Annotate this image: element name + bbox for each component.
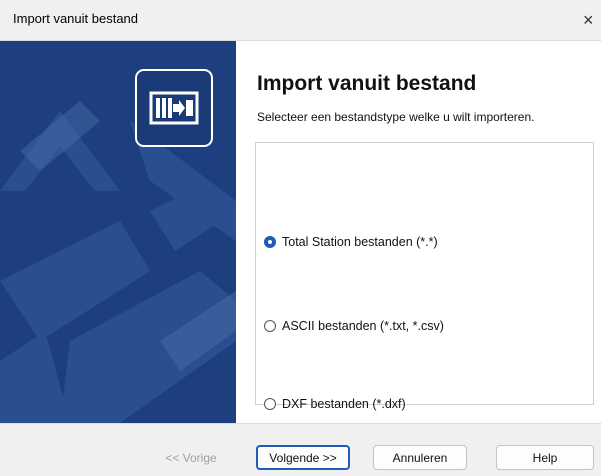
cancel-button[interactable]: Annuleren — [373, 445, 467, 470]
close-icon[interactable]: × — [583, 0, 601, 40]
file-type-group: Total Station bestanden (*.*) ASCII best… — [255, 142, 594, 411]
page-title: Import vanuit bestand — [257, 72, 477, 95]
radio-button[interactable] — [264, 320, 276, 332]
button-bar: << Vorige Volgende >> Annuleren Help — [0, 423, 601, 476]
import-file-icon — [135, 69, 213, 147]
wizard-content: Import vanuit bestand Selecteer een best… — [236, 41, 601, 423]
option-label: ASCII bestanden (*.txt, *.csv) — [282, 319, 444, 333]
option-dxf[interactable]: DXF bestanden (*.dxf) — [264, 397, 406, 411]
page-subtitle: Selecteer een bestandstype welke u wilt … — [257, 110, 535, 124]
back-button[interactable]: << Vorige — [144, 445, 238, 470]
option-ascii[interactable]: ASCII bestanden (*.txt, *.csv) — [264, 319, 444, 333]
title-bar: Import vanuit bestand × — [0, 0, 601, 41]
next-button[interactable]: Volgende >> — [256, 445, 350, 470]
wizard-sidebar-banner — [0, 41, 236, 423]
help-button[interactable]: Help — [496, 445, 594, 470]
option-total-station[interactable]: Total Station bestanden (*.*) — [264, 235, 438, 249]
radio-button-checked[interactable] — [264, 236, 276, 248]
option-label: Total Station bestanden (*.*) — [282, 235, 438, 249]
option-label: DXF bestanden (*.dxf) — [282, 397, 406, 411]
radio-button[interactable] — [264, 398, 276, 410]
window-title: Import vanuit bestand — [13, 11, 139, 26]
